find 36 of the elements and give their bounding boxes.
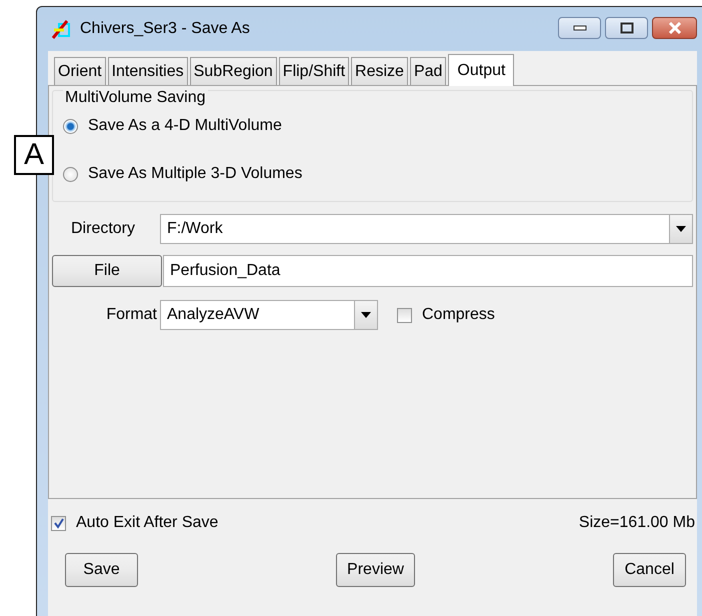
tab[interactable]: Orient — [54, 57, 106, 85]
tab[interactable]: Resize — [351, 57, 408, 85]
radio-button[interactable] — [63, 118, 78, 134]
directory-dropdown[interactable]: F:/Work — [160, 214, 693, 244]
size-text: Size=161.00 Mb — [578, 514, 695, 532]
callout-label: A — [14, 135, 54, 175]
radio-button[interactable] — [63, 166, 78, 182]
checkmark-icon — [52, 517, 64, 529]
pen-icon — [50, 18, 72, 40]
tab[interactable]: Output — [448, 54, 514, 86]
auto-exit-checkbox[interactable]: Auto Exit After Save — [51, 514, 218, 532]
tab[interactable]: Flip/Shift — [278, 57, 350, 85]
window-title: Chivers_Ser3 - Save As — [80, 20, 250, 38]
compress-checkbox[interactable]: Compress — [397, 306, 495, 324]
file-name-field[interactable]: Perfusion_Data — [163, 255, 693, 287]
tab[interactable]: SubRegion — [190, 57, 277, 85]
caret-icon — [676, 226, 686, 232]
group-title: MultiVolume Saving — [63, 89, 208, 107]
close-button[interactable] — [652, 17, 697, 39]
format-label: Format — [105, 306, 158, 324]
tab[interactable]: Pad — [410, 57, 446, 85]
minimize-icon — [572, 25, 586, 31]
close-icon — [666, 22, 682, 34]
radio-option[interactable]: Save As a 4-D MultiVolume — [63, 113, 682, 139]
tab[interactable]: Intensities — [108, 57, 188, 85]
file-button[interactable]: File — [52, 255, 162, 287]
format-dropdown[interactable]: AnalyzeAVW — [160, 300, 378, 330]
action-button[interactable]: Cancel — [613, 553, 686, 587]
minimize-button[interactable] — [558, 17, 601, 39]
maximize-button[interactable] — [605, 17, 648, 39]
directory-label: Directory — [70, 220, 136, 238]
caret-icon — [361, 312, 371, 318]
action-button[interactable]: Preview — [336, 553, 415, 587]
maximize-icon — [620, 22, 634, 34]
radio-option[interactable]: Save As Multiple 3-D Volumes — [63, 161, 682, 187]
action-button[interactable]: Save — [65, 553, 138, 587]
